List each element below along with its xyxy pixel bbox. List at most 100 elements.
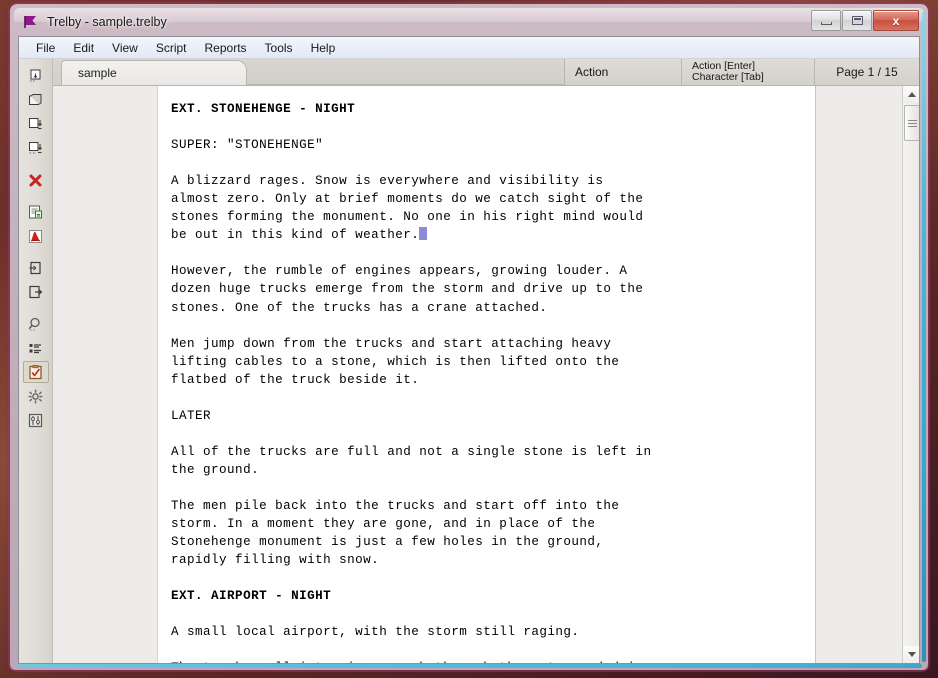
script-line-text: lifting cables to a stone, which is then… bbox=[171, 354, 620, 369]
script-line-text: The men pile back into the trucks and st… bbox=[171, 499, 620, 514]
script-text-content[interactable]: EXT. STONEHENGE - NIGHT SUPER: "STONEHEN… bbox=[157, 94, 816, 663]
import-icon bbox=[27, 260, 44, 277]
script-line: stones. One of the trucks has a crane at… bbox=[171, 299, 816, 317]
script-line: LATER bbox=[171, 407, 816, 425]
script-line: lifting cables to a stone, which is then… bbox=[171, 353, 816, 371]
menu-tools[interactable]: Tools bbox=[256, 39, 302, 57]
menu-reports[interactable]: Reports bbox=[196, 39, 256, 57]
toolbar-settings[interactable] bbox=[23, 385, 49, 407]
main-pane: sample Action Action [Enter] Character [… bbox=[53, 59, 919, 663]
script-line bbox=[171, 605, 816, 623]
find-icon bbox=[27, 316, 44, 333]
toolbar-new-script[interactable] bbox=[23, 65, 49, 87]
script-line-text: EXT. STONEHENGE - NIGHT bbox=[171, 102, 356, 116]
toolbar-print-preview[interactable] bbox=[23, 201, 49, 223]
tab-sample[interactable]: sample bbox=[61, 60, 247, 85]
compare-scripts-icon bbox=[27, 412, 44, 429]
close-button[interactable]: x bbox=[873, 10, 919, 31]
menu-view[interactable]: View bbox=[103, 39, 147, 57]
script-line: A blizzard rages. Snow is everywhere and… bbox=[171, 172, 816, 190]
script-line-text: A blizzard rages. Snow is everywhere and… bbox=[171, 174, 604, 189]
script-line-text: the ground. bbox=[171, 462, 260, 477]
toolbar-close-script[interactable] bbox=[23, 169, 49, 191]
status-key-tab: Character [Tab] bbox=[692, 71, 764, 83]
script-line: EXT. STONEHENGE - NIGHT bbox=[171, 100, 816, 118]
scroll-down-arrow[interactable] bbox=[903, 646, 919, 663]
close-icon: x bbox=[892, 13, 900, 28]
menu-bar: File Edit View Script Reports Tools Help bbox=[19, 37, 919, 59]
script-line: stones forming the monument. No one in h… bbox=[171, 208, 816, 226]
script-line-text: dozen huge trucks emerge from the storm … bbox=[171, 282, 644, 297]
menu-help[interactable]: Help bbox=[302, 39, 345, 57]
window-title: Trelby - sample.trelby bbox=[47, 15, 167, 29]
window-controls: x bbox=[811, 10, 919, 31]
toolbar-spell-check[interactable] bbox=[22, 361, 49, 383]
window-glow-right bbox=[922, 12, 926, 662]
settings-gear-icon bbox=[27, 388, 44, 405]
script-line bbox=[171, 425, 816, 443]
script-line bbox=[171, 154, 816, 172]
save-script-icon bbox=[27, 116, 44, 133]
toolbar-find[interactable] bbox=[23, 313, 49, 335]
open-script-icon bbox=[27, 92, 44, 109]
scroll-up-icon bbox=[907, 92, 916, 97]
vertical-scrollbar[interactable] bbox=[902, 86, 919, 663]
script-line: SUPER: "STONEHENGE" bbox=[171, 136, 816, 154]
menu-file[interactable]: File bbox=[27, 39, 64, 57]
title-bar: Trelby - sample.trelby x bbox=[14, 8, 924, 36]
spell-check-icon bbox=[27, 364, 44, 381]
export-pdf-icon bbox=[27, 228, 44, 245]
toolbar-scene-list[interactable] bbox=[23, 337, 49, 359]
scroll-down-icon bbox=[907, 652, 916, 657]
script-line-text: rapidly filling with snow. bbox=[171, 553, 380, 568]
script-line-text: LATER bbox=[171, 408, 212, 423]
script-line: flatbed of the truck beside it. bbox=[171, 371, 816, 389]
script-line: The trucks roll into view, smash through… bbox=[171, 659, 816, 663]
minimize-button[interactable] bbox=[811, 10, 841, 31]
script-line: rapidly filling with snow. bbox=[171, 551, 816, 569]
status-page-indicator: Page 1 / 15 bbox=[814, 59, 919, 85]
menu-edit[interactable]: Edit bbox=[64, 39, 103, 57]
text-caret bbox=[419, 227, 428, 241]
script-line: All of the trucks are full and not a sin… bbox=[171, 443, 816, 461]
close-script-icon bbox=[27, 172, 44, 189]
scroll-thumb-grip-icon bbox=[908, 118, 917, 129]
script-line: storm. In a moment they are gone, and in… bbox=[171, 515, 816, 533]
script-line: The men pile back into the trucks and st… bbox=[171, 497, 816, 515]
script-line: Men jump down from the trucks and start … bbox=[171, 335, 816, 353]
toolbar-export[interactable] bbox=[23, 281, 49, 303]
scroll-thumb[interactable] bbox=[904, 105, 919, 141]
script-line: dozen huge trucks emerge from the storm … bbox=[171, 280, 816, 298]
toolbar-compare-scripts[interactable] bbox=[23, 409, 49, 431]
script-line-text: Stonehenge monument is just a few holes … bbox=[171, 535, 604, 550]
client-area: File Edit View Script Reports Tools Help bbox=[18, 36, 920, 664]
script-line bbox=[171, 479, 816, 497]
script-line-text: almost zero. Only at brief moments do we… bbox=[171, 192, 644, 207]
script-line: almost zero. Only at brief moments do we… bbox=[171, 190, 816, 208]
script-line: the ground. bbox=[171, 461, 816, 479]
maximize-icon bbox=[851, 16, 863, 25]
status-strip: Action Action [Enter] Character [Tab] Pa… bbox=[564, 59, 919, 85]
toolbar-save-script[interactable] bbox=[23, 113, 49, 135]
maximize-button[interactable] bbox=[842, 10, 872, 31]
script-line bbox=[171, 244, 816, 262]
new-script-icon bbox=[27, 68, 44, 85]
script-line-text: be out in this kind of weather. bbox=[171, 228, 420, 243]
flag-icon bbox=[22, 13, 40, 31]
scroll-up-arrow[interactable] bbox=[903, 86, 919, 103]
script-line-text: The trucks roll into view, smash through… bbox=[171, 661, 651, 663]
toolbar-export-pdf[interactable] bbox=[23, 225, 49, 247]
script-line: be out in this kind of weather. bbox=[171, 226, 816, 244]
menu-script[interactable]: Script bbox=[147, 39, 196, 57]
toolbar-open-script[interactable] bbox=[23, 89, 49, 111]
script-line-text: A small local airport, with the storm st… bbox=[171, 625, 580, 640]
toolbar-import[interactable] bbox=[23, 257, 49, 279]
script-line-text: storm. In a moment they are gone, and in… bbox=[171, 517, 596, 532]
tab-strip: sample Action Action [Enter] Character [… bbox=[53, 59, 919, 85]
script-line-text: stones forming the monument. No one in h… bbox=[171, 210, 644, 225]
toolbar-save-as[interactable] bbox=[23, 137, 49, 159]
editor-canvas[interactable]: EXT. STONEHENGE - NIGHT SUPER: "STONEHEN… bbox=[53, 86, 902, 663]
script-line-text: However, the rumble of engines appears, … bbox=[171, 264, 628, 279]
workspace: sample Action Action [Enter] Character [… bbox=[19, 59, 919, 663]
print-preview-icon bbox=[27, 204, 44, 221]
